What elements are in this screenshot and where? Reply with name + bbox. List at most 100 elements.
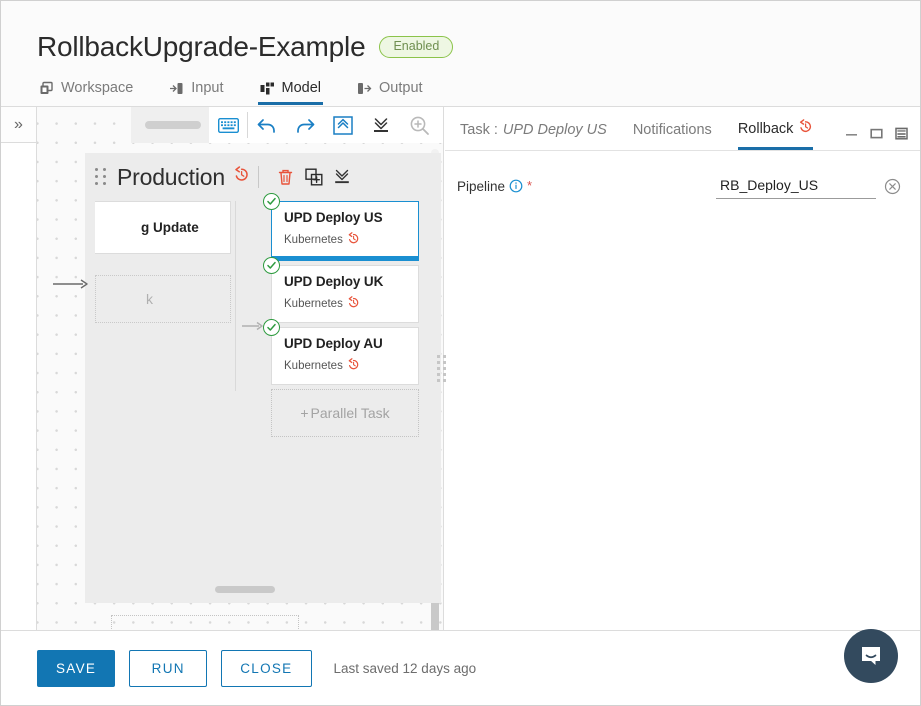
rollback-icon xyxy=(798,119,813,138)
last-saved-text: Last saved 12 days ago xyxy=(333,660,477,676)
delete-stage-icon[interactable] xyxy=(273,164,299,190)
workspace-icon xyxy=(39,81,54,96)
panel-tab-task-prefix: Task : xyxy=(460,122,498,138)
stage-entry-connector xyxy=(51,277,91,291)
tab-input-label: Input xyxy=(191,80,224,96)
required-marker: * xyxy=(527,178,533,193)
undo-icon[interactable] xyxy=(248,107,286,143)
stage-body: g Update k UPD Deploy US Kubernetes UPD … xyxy=(85,193,441,603)
clipped-task-title: g Update xyxy=(141,220,199,235)
task-card-upd-deploy-uk[interactable]: UPD Deploy UK Kubernetes xyxy=(263,257,419,323)
add-stage-button[interactable]: + Stage xyxy=(111,615,299,630)
rollback-icon xyxy=(347,358,360,374)
application-window: RollbackUpgrade-Example Enabled Workspac… xyxy=(0,0,921,706)
canvas-toolbar xyxy=(131,107,443,143)
model-icon xyxy=(260,81,275,96)
duplicate-stage-icon[interactable] xyxy=(301,164,327,190)
status-badge: Enabled xyxy=(379,35,454,59)
main-tabs: Workspace Input Model Output xyxy=(37,80,425,105)
pipeline-field-control xyxy=(716,173,902,199)
page-title: RollbackUpgrade-Example xyxy=(37,31,366,62)
rollback-icon xyxy=(347,232,360,248)
info-icon[interactable] xyxy=(509,179,523,196)
check-circle-icon xyxy=(263,257,280,274)
tab-model-label: Model xyxy=(281,80,322,96)
panel-tab-rollback[interactable]: Rollback xyxy=(737,119,814,150)
expand-all-icon[interactable] xyxy=(324,107,362,143)
task-card-upd-deploy-au[interactable]: UPD Deploy AU Kubernetes xyxy=(263,319,419,385)
tab-model[interactable]: Model xyxy=(257,80,324,105)
pipeline-field-row: Pipeline * xyxy=(445,151,920,199)
split-view-icon[interactable] xyxy=(895,127,908,140)
task-subtitle-row: Kubernetes xyxy=(284,296,408,312)
zoom-in-icon[interactable] xyxy=(400,107,438,143)
rollback-icon xyxy=(233,166,250,188)
rollback-icon xyxy=(347,296,360,312)
page-header: RollbackUpgrade-Example Enabled Workspac… xyxy=(1,1,920,107)
check-circle-icon xyxy=(263,319,280,336)
maximize-icon[interactable] xyxy=(870,127,883,140)
tab-output-label: Output xyxy=(379,80,423,96)
collapse-stage-icon[interactable] xyxy=(329,164,355,190)
canvas-toolbar-buttons xyxy=(209,107,443,143)
save-button[interactable]: SAVE xyxy=(37,649,116,687)
stage-header: Production xyxy=(85,153,441,201)
clear-circle-icon[interactable] xyxy=(884,178,901,195)
stage-actions xyxy=(273,164,355,190)
stage-toolbar-divider xyxy=(257,166,259,188)
panel-tabs: Task : UPD Deploy US Notifications Rollb… xyxy=(445,107,920,151)
canvas-hscrollbar-thumb[interactable] xyxy=(145,121,201,129)
output-icon xyxy=(357,81,372,96)
add-parallel-task-label: Parallel Task xyxy=(310,405,390,421)
collapse-all-icon[interactable] xyxy=(362,107,400,143)
stage-drag-handle-icon[interactable] xyxy=(95,168,109,186)
tab-output[interactable]: Output xyxy=(355,80,425,105)
check-circle-icon xyxy=(263,193,280,210)
task-title: UPD Deploy US xyxy=(284,210,383,225)
panel-tab-task-label: UPD Deploy US xyxy=(502,122,607,138)
task-column: UPD Deploy US Kubernetes UPD Deploy UK K… xyxy=(263,193,419,437)
panel-tab-rollback-label: Rollback xyxy=(737,120,794,137)
panel-window-controls xyxy=(845,127,908,140)
plus-icon: + xyxy=(300,405,309,421)
left-sidebar: » xyxy=(1,107,37,630)
column-divider xyxy=(235,201,236,391)
add-parallel-task-button[interactable]: + Parallel Task xyxy=(271,389,419,437)
panel-tab-notifications-label: Notifications xyxy=(632,122,712,138)
minimize-icon[interactable] xyxy=(845,127,858,140)
task-subtitle: Kubernetes xyxy=(284,298,343,310)
title-row: RollbackUpgrade-Example Enabled xyxy=(37,31,454,63)
run-button[interactable]: RUN xyxy=(129,649,208,687)
task-subtitle-row: Kubernetes xyxy=(284,358,408,374)
stage-title[interactable]: Production xyxy=(117,164,225,191)
panel-tab-task[interactable]: Task : UPD Deploy US xyxy=(460,122,607,150)
redo-icon[interactable] xyxy=(286,107,324,143)
splitter-grip-icon xyxy=(436,355,446,382)
clipped-task-placeholder[interactable]: k xyxy=(95,275,231,323)
tab-workspace-label: Workspace xyxy=(61,80,134,96)
task-title: UPD Deploy AU xyxy=(284,336,383,351)
chat-bubble-icon[interactable] xyxy=(844,629,898,683)
task-subtitle: Kubernetes xyxy=(284,360,343,372)
tab-workspace[interactable]: Workspace xyxy=(37,80,135,105)
tab-input[interactable]: Input xyxy=(167,80,225,105)
keyboard-shortcuts-icon[interactable] xyxy=(209,107,247,143)
stage-production[interactable]: Production g Update k UPD Deploy US Kube… xyxy=(85,153,441,603)
close-button[interactable]: CLOSE xyxy=(221,649,312,687)
canvas-hscrollbar[interactable] xyxy=(131,107,209,143)
task-title: UPD Deploy UK xyxy=(284,274,384,289)
details-panel: Task : UPD Deploy US Notifications Rollb… xyxy=(445,107,920,630)
panel-splitter-handle[interactable] xyxy=(436,107,446,630)
task-card-upd-deploy-us[interactable]: UPD Deploy US Kubernetes xyxy=(263,193,419,261)
input-icon xyxy=(169,81,184,96)
stage-hscrollbar-thumb[interactable] xyxy=(215,586,275,593)
panel-tab-notifications[interactable]: Notifications xyxy=(633,122,712,150)
model-canvas[interactable]: Production g Update k UPD Deploy US Kube… xyxy=(37,107,444,630)
pipeline-field-label: Pipeline xyxy=(457,179,506,194)
chevron-double-right-icon[interactable]: » xyxy=(1,107,36,143)
task-subtitle: Kubernetes xyxy=(284,234,343,246)
pipeline-input[interactable] xyxy=(716,173,876,199)
clipped-task-column: g Update k xyxy=(95,201,231,323)
clipped-task-card[interactable]: g Update xyxy=(95,201,231,254)
footer-bar: SAVE RUN CLOSE Last saved 12 days ago xyxy=(1,630,920,705)
